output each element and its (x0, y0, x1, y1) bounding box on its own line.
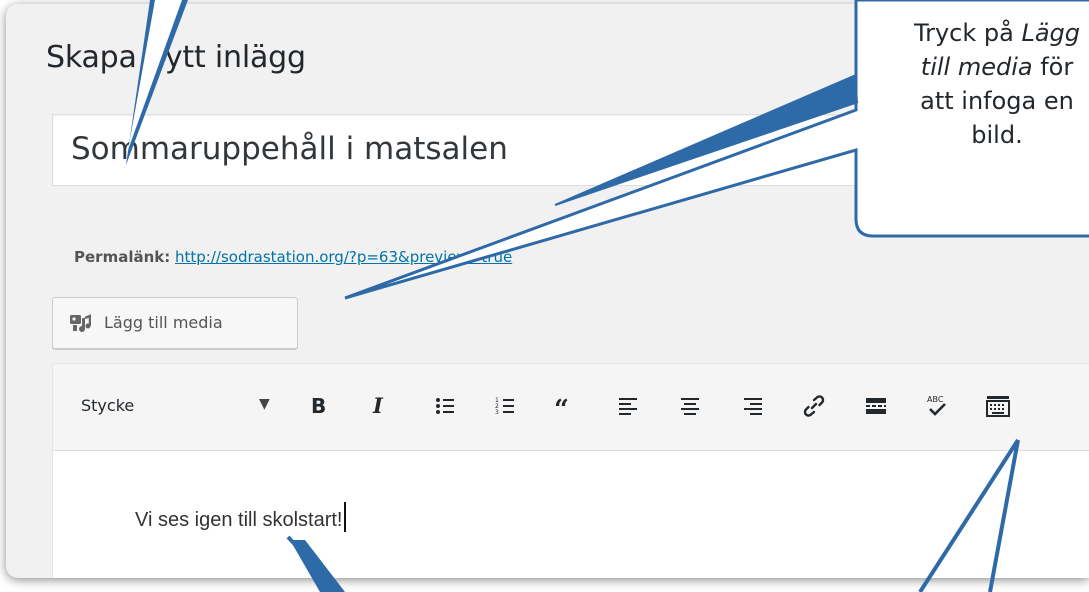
align-right-icon (744, 398, 762, 415)
spellcheck-icon: ABC (927, 395, 946, 416)
keyboard-icon (986, 396, 1010, 417)
editor-content[interactable]: Vi ses igen till skolstart! (135, 502, 346, 532)
svg-text:“: “ (554, 396, 569, 416)
bulleted-list-icon (436, 398, 454, 414)
post-title-value: Sommaruppehåll i matsalen (71, 131, 508, 167)
insert-link-button[interactable] (799, 391, 829, 421)
permalink-label: Permalänk: (74, 248, 171, 266)
spellcheck-button[interactable]: ABC (922, 391, 952, 421)
toolbar-toggle-button[interactable] (983, 391, 1013, 421)
read-more-button[interactable] (861, 391, 891, 421)
align-right-button[interactable] (738, 391, 768, 421)
svg-text:B: B (311, 395, 326, 417)
numbered-list-icon: 1 2 3 (495, 397, 514, 416)
content-editor[interactable]: Stycke ▼ B I 1 2 3 “ ABC Vi ses igen til… (52, 363, 1089, 578)
permalink: Permalänk: http://sodrastation.org/?p=63… (74, 248, 512, 266)
italic-button[interactable]: I (365, 391, 395, 421)
italic-icon: I (372, 395, 384, 417)
text-cursor (343, 502, 346, 532)
link-icon (803, 395, 825, 417)
callout-text: Tryck på Lägg till media för att infoga … (913, 19, 1081, 149)
blockquote-icon: “ (554, 396, 569, 416)
add-media-label: Lägg till media (104, 313, 223, 332)
align-left-button[interactable] (613, 391, 643, 421)
align-center-button[interactable] (675, 391, 705, 421)
format-select-value: Stycke (81, 396, 135, 415)
page-title: Skapa nytt inlägg (46, 40, 306, 75)
permalink-link[interactable]: http://sodrastation.org/?p=63&preview=tr… (175, 248, 512, 266)
read-more-icon (866, 398, 886, 414)
bulleted-list-button[interactable] (430, 391, 460, 421)
bold-button[interactable]: B (303, 391, 333, 421)
numbered-list-button[interactable]: 1 2 3 (490, 391, 520, 421)
blockquote-button[interactable]: “ (550, 391, 580, 421)
add-media-button[interactable]: Lägg till media (52, 297, 298, 349)
format-select[interactable]: Stycke ▼ (75, 387, 291, 425)
editor-toolbar: Stycke ▼ B I 1 2 3 “ ABC (53, 364, 1089, 451)
svg-text:I: I (372, 395, 384, 417)
editor-text: Vi ses igen till skolstart! (135, 509, 343, 531)
svg-text:ABC: ABC (927, 395, 944, 404)
dropdown-arrow-icon: ▼ (259, 396, 270, 412)
align-center-icon (681, 398, 699, 415)
align-left-icon (619, 398, 637, 415)
add-media-icon (70, 314, 91, 332)
bold-icon: B (311, 395, 326, 417)
svg-text:3: 3 (495, 409, 499, 416)
